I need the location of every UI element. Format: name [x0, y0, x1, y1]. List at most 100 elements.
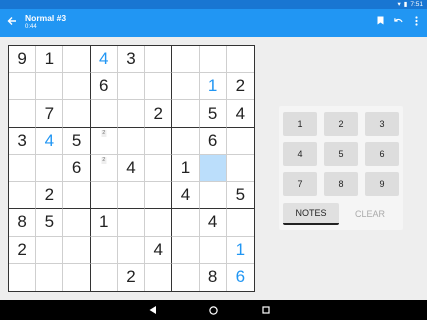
sudoku-cell[interactable]: 2: [9, 236, 37, 264]
sudoku-cell[interactable]: [145, 46, 173, 74]
sudoku-cell[interactable]: 4: [117, 154, 146, 183]
sudoku-cell[interactable]: 8: [9, 209, 37, 237]
sudoku-cell[interactable]: [117, 73, 146, 101]
sudoku-cell[interactable]: 6: [227, 264, 254, 291]
more-vert-icon[interactable]: [412, 15, 421, 26]
sudoku-cell[interactable]: 6: [63, 154, 91, 183]
sudoku-cell[interactable]: [145, 127, 173, 155]
sudoku-cell[interactable]: 2: [90, 127, 118, 155]
sudoku-cell[interactable]: 5: [199, 100, 227, 128]
sudoku-cell[interactable]: [63, 100, 91, 128]
sudoku-cell[interactable]: [36, 73, 64, 101]
sudoku-cell[interactable]: [145, 73, 173, 101]
digit-key-1[interactable]: 1: [283, 112, 317, 136]
sudoku-cell[interactable]: [63, 46, 91, 74]
cell-value: 9: [17, 49, 27, 69]
sudoku-cell[interactable]: [36, 236, 64, 264]
digit-key-8[interactable]: 8: [324, 172, 358, 196]
sudoku-cell[interactable]: [145, 209, 173, 237]
sudoku-cell[interactable]: [199, 182, 227, 210]
sudoku-cell[interactable]: [117, 209, 146, 237]
clear-button[interactable]: CLEAR: [342, 203, 398, 225]
sudoku-cell[interactable]: [226, 209, 254, 237]
sudoku-cell[interactable]: [36, 263, 64, 291]
sudoku-cell[interactable]: 1: [36, 46, 64, 74]
digit-key-3[interactable]: 3: [365, 112, 399, 136]
sudoku-cell[interactable]: 3: [9, 127, 37, 155]
sudoku-cell[interactable]: [199, 154, 227, 183]
digit-key-6[interactable]: 6: [365, 142, 399, 166]
sudoku-cell[interactable]: 4: [145, 236, 173, 264]
digit-key-9[interactable]: 9: [365, 172, 399, 196]
sudoku-cell[interactable]: [9, 263, 37, 291]
sudoku-cell[interactable]: 3: [117, 46, 146, 74]
sudoku-cell[interactable]: 2: [118, 263, 146, 291]
sudoku-cell[interactable]: [145, 263, 173, 291]
undo-icon[interactable]: [394, 15, 403, 26]
sudoku-cell[interactable]: [63, 73, 91, 101]
digit-key-7[interactable]: 7: [283, 172, 317, 196]
sudoku-cell[interactable]: 4: [199, 209, 227, 237]
sudoku-cell[interactable]: [172, 100, 200, 128]
digit-key-5[interactable]: 5: [324, 142, 358, 166]
sudoku-cell[interactable]: [172, 263, 200, 291]
sudoku-cell[interactable]: [90, 182, 118, 210]
sudoku-cell[interactable]: 1: [199, 73, 227, 101]
nav-recents-icon[interactable]: [259, 303, 273, 317]
sudoku-cell[interactable]: [172, 209, 200, 237]
notes-button[interactable]: NOTES: [283, 203, 339, 225]
sudoku-cell[interactable]: [117, 100, 146, 128]
sudoku-cell[interactable]: 1: [226, 237, 254, 264]
sudoku-cell[interactable]: [172, 236, 200, 264]
sudoku-cell[interactable]: 4: [36, 127, 64, 155]
sudoku-cell[interactable]: [9, 154, 37, 183]
sudoku-cell[interactable]: 1: [172, 154, 200, 183]
sudoku-cell[interactable]: 4: [172, 182, 200, 210]
sudoku-cell[interactable]: 2: [90, 154, 118, 183]
arrow-back-icon[interactable]: [5, 14, 19, 28]
sudoku-cell[interactable]: 2: [36, 182, 64, 210]
sudoku-cell[interactable]: [9, 73, 37, 101]
sudoku-cell[interactable]: 5: [36, 209, 64, 237]
sudoku-cell[interactable]: 6: [199, 127, 227, 155]
sudoku-cell[interactable]: [145, 154, 173, 183]
sudoku-cell[interactable]: 5: [63, 127, 91, 155]
nav-back-icon[interactable]: [145, 303, 159, 317]
sudoku-cell[interactable]: [36, 154, 64, 183]
sudoku-cell[interactable]: [226, 128, 254, 155]
sudoku-cell[interactable]: 5: [226, 182, 254, 210]
sudoku-cell[interactable]: [199, 236, 227, 264]
sudoku-cell[interactable]: [117, 127, 146, 155]
sudoku-cell[interactable]: 4: [226, 100, 254, 128]
sudoku-cell[interactable]: [172, 73, 200, 101]
sudoku-cell[interactable]: [9, 182, 37, 210]
sudoku-cell[interactable]: 4: [90, 46, 118, 74]
sudoku-cell[interactable]: 2: [145, 100, 173, 128]
nav-home-icon[interactable]: [206, 303, 220, 317]
sudoku-cell[interactable]: [90, 100, 118, 128]
digit-key-4[interactable]: 4: [283, 142, 317, 166]
sudoku-cell[interactable]: [9, 100, 37, 128]
sudoku-cell[interactable]: [145, 182, 173, 210]
sudoku-cell[interactable]: [199, 46, 227, 74]
sudoku-cell[interactable]: [90, 236, 118, 264]
sudoku-cell[interactable]: [63, 263, 91, 291]
sudoku-cell[interactable]: 7: [36, 100, 64, 128]
sudoku-cell[interactable]: [63, 182, 91, 210]
sudoku-cell[interactable]: 6: [90, 73, 118, 101]
sudoku-cell[interactable]: [63, 236, 91, 264]
sudoku-cell[interactable]: [172, 46, 200, 74]
bookmark-icon[interactable]: [376, 15, 385, 26]
digit-key-2[interactable]: 2: [324, 112, 358, 136]
sudoku-cell[interactable]: 1: [90, 209, 118, 237]
sudoku-cell[interactable]: 9: [9, 46, 37, 74]
sudoku-cell[interactable]: 8: [200, 263, 227, 291]
sudoku-cell[interactable]: [63, 209, 91, 237]
sudoku-cell[interactable]: [91, 263, 118, 291]
sudoku-cell[interactable]: [117, 236, 146, 264]
sudoku-cell[interactable]: [117, 182, 146, 210]
sudoku-cell[interactable]: 2: [226, 73, 254, 101]
sudoku-cell[interactable]: [172, 127, 200, 155]
sudoku-cell[interactable]: [226, 155, 254, 183]
sudoku-cell[interactable]: [226, 46, 254, 74]
